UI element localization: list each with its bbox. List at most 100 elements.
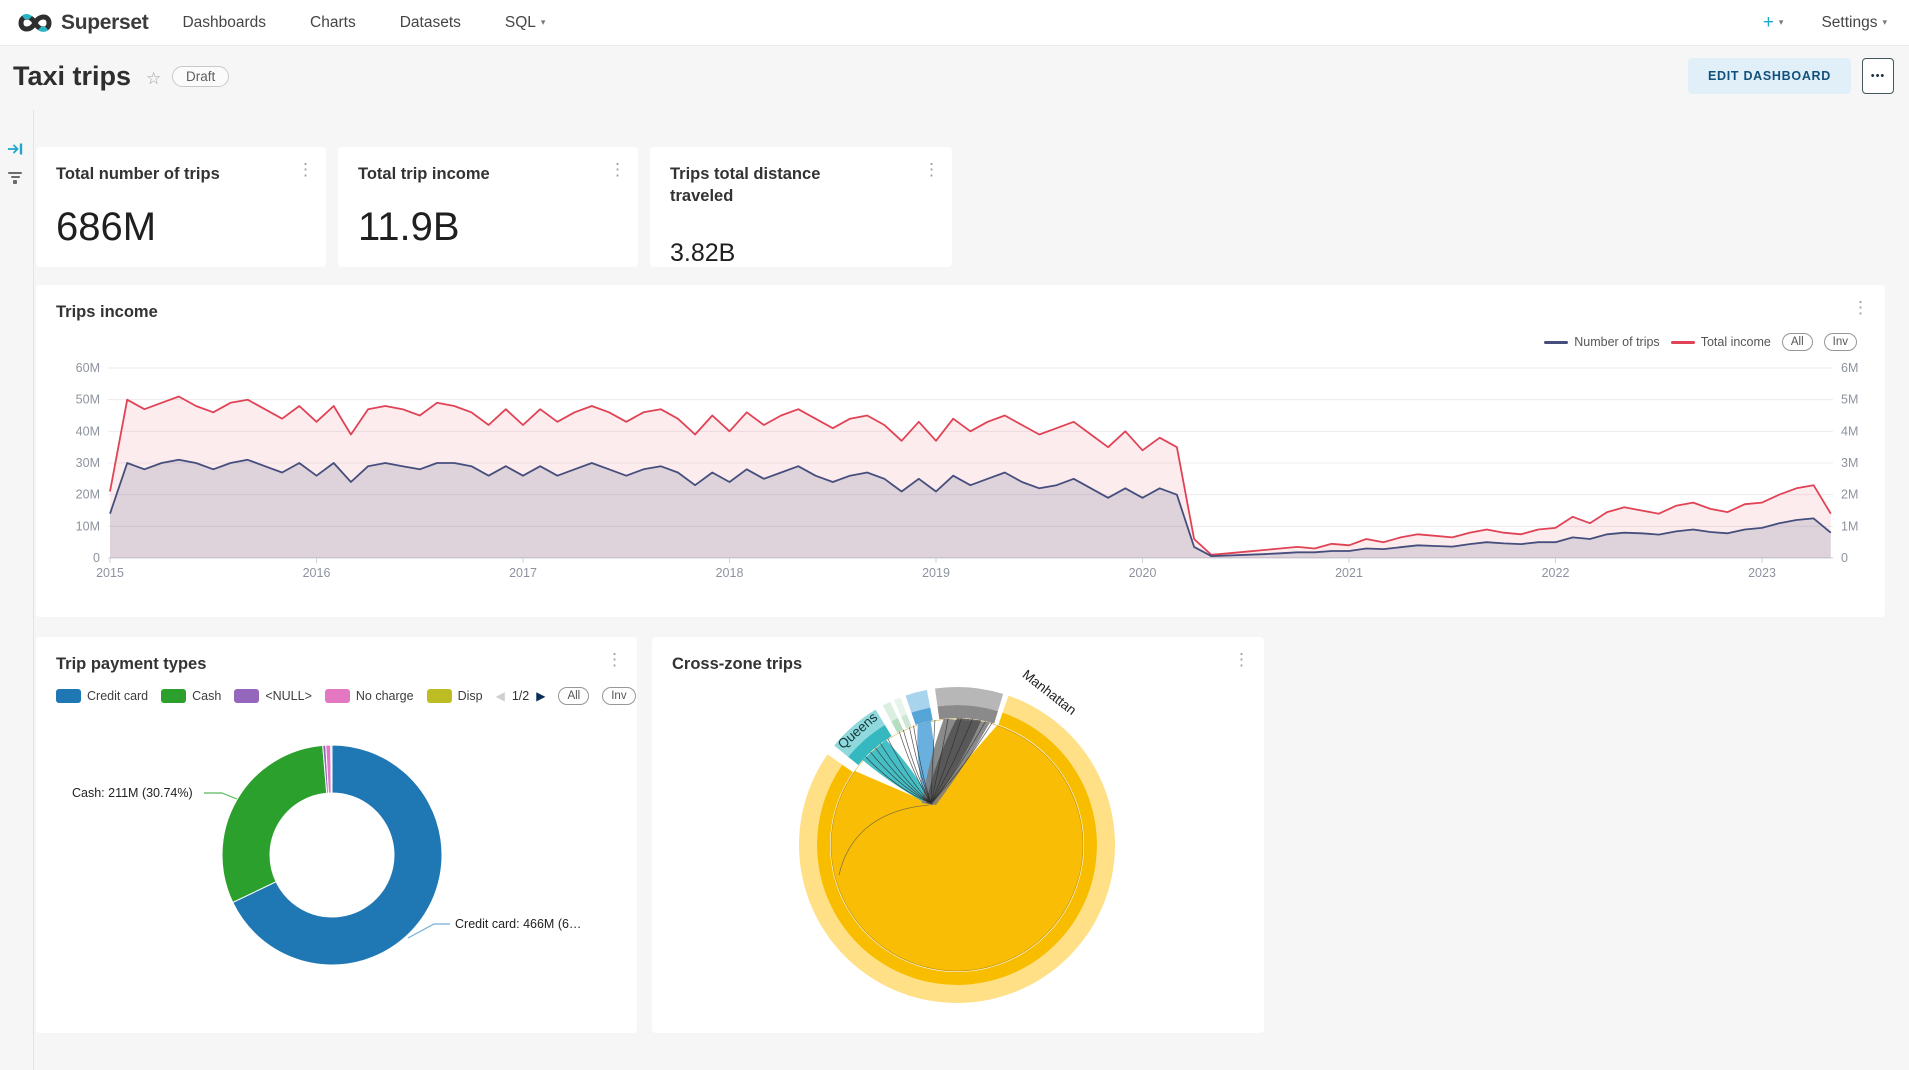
y-axis-label-right: 1M bbox=[1841, 519, 1858, 533]
filter-bar-collapsed bbox=[0, 110, 34, 1070]
legend-all-button[interactable]: All bbox=[558, 687, 589, 705]
new-item-button[interactable]: + ▾ bbox=[1763, 12, 1784, 34]
callout-line-credit-card bbox=[408, 924, 450, 938]
chord-arc[interactable] bbox=[901, 714, 911, 728]
favorite-star-icon[interactable]: ☆ bbox=[146, 69, 161, 89]
chord-arc[interactable] bbox=[891, 718, 903, 733]
zone-label-manhattan: Manhattan bbox=[1020, 667, 1080, 718]
cross-zone-chord-chart: Queens Manhattan bbox=[652, 637, 1264, 1033]
superset-dashboard: Superset Dashboards Charts Datasets SQL … bbox=[0, 0, 1909, 1070]
x-axis-label: 2021 bbox=[1335, 566, 1363, 580]
chord-arc[interactable] bbox=[817, 713, 1097, 985]
nav-item-sql[interactable]: SQL ▾ bbox=[505, 14, 546, 32]
chord-line bbox=[931, 719, 972, 803]
y-axis-label-right: 4M bbox=[1841, 424, 1858, 438]
chord-arc[interactable] bbox=[938, 705, 998, 724]
y-axis-label-left: 50M bbox=[76, 393, 100, 407]
x-axis-label: 2016 bbox=[303, 566, 331, 580]
zone-label-queens: Queens bbox=[835, 709, 881, 752]
chart-title: Trip payment types bbox=[56, 653, 206, 675]
chord-arc[interactable] bbox=[799, 696, 1115, 1003]
page-title: Taxi trips bbox=[13, 61, 131, 92]
chord-arc[interactable] bbox=[894, 697, 907, 716]
pager-prev-icon[interactable]: ◀ bbox=[496, 689, 505, 703]
donut-slice-dispute[interactable] bbox=[331, 745, 332, 793]
legend-inv-button[interactable]: Inv bbox=[602, 687, 635, 705]
legend-all-button[interactable]: All bbox=[1782, 333, 1813, 351]
y-axis-label-right: 2M bbox=[1841, 488, 1858, 502]
y-axis-label-left: 20M bbox=[76, 488, 100, 502]
edit-dashboard-button[interactable]: EDIT DASHBOARD bbox=[1688, 58, 1851, 94]
chord-arc[interactable] bbox=[906, 690, 931, 713]
nav-item-datasets[interactable]: Datasets bbox=[400, 14, 461, 32]
superset-logo[interactable]: Superset bbox=[16, 10, 148, 36]
legend-inv-button[interactable]: Inv bbox=[1824, 333, 1857, 351]
donut-slice--null-[interactable] bbox=[323, 745, 329, 793]
legend-swatch bbox=[161, 689, 186, 703]
callout-line-cash bbox=[204, 793, 237, 799]
chart-title: Trips income bbox=[56, 301, 158, 323]
cross-zone-card: Cross-zone trips ⋮ QueensManhattan bbox=[652, 637, 1264, 1033]
chart-legend: Number of trips Total income All Inv bbox=[1544, 333, 1857, 351]
chord-line bbox=[931, 723, 992, 803]
chord-line bbox=[870, 752, 931, 803]
filter-icon[interactable] bbox=[8, 172, 22, 184]
chord-arc[interactable] bbox=[834, 710, 885, 757]
x-axis-label: 2019 bbox=[922, 566, 950, 580]
pager-next-icon[interactable]: ▶ bbox=[536, 689, 545, 703]
legend-item-no-charge[interactable]: No charge bbox=[325, 689, 414, 703]
more-options-button[interactable]: ••• bbox=[1862, 58, 1894, 94]
legend-item-null[interactable]: <NULL> bbox=[234, 689, 312, 703]
donut-slice-cash[interactable] bbox=[222, 745, 327, 902]
kebab-menu-icon[interactable]: ⋮ bbox=[609, 161, 626, 178]
legend-item-dispute[interactable]: Disp bbox=[427, 689, 483, 703]
chord-arc[interactable] bbox=[848, 725, 891, 765]
legend-item-number-of-trips[interactable]: Number of trips bbox=[1544, 335, 1659, 349]
chord-line bbox=[931, 721, 986, 803]
kebab-menu-icon[interactable]: ⋮ bbox=[606, 651, 623, 668]
donut-slice-no-charge[interactable] bbox=[326, 745, 332, 793]
chord-self-yellow bbox=[831, 719, 1083, 971]
kpi-title: Total number of trips bbox=[56, 163, 220, 185]
trips-income-card: Trips income ⋮ Number of trips Total inc… bbox=[36, 285, 1885, 617]
chord-line bbox=[914, 726, 931, 803]
pager-label: 1/2 bbox=[512, 689, 529, 703]
legend-item-total-income[interactable]: Total income bbox=[1671, 335, 1771, 349]
series-line-number-of-trips[interactable] bbox=[110, 460, 1831, 556]
y-axis-label-left: 30M bbox=[76, 456, 100, 470]
chord-ribbon bbox=[863, 740, 933, 805]
chevron-down-icon: ▾ bbox=[1779, 17, 1784, 28]
nav-item-charts[interactable]: Charts bbox=[310, 14, 356, 32]
legend-item-cash[interactable]: Cash bbox=[161, 689, 221, 703]
chord-arc[interactable] bbox=[935, 687, 1003, 711]
y-axis-label-right: 6M bbox=[1841, 361, 1858, 375]
kebab-menu-icon[interactable]: ⋮ bbox=[1852, 299, 1869, 316]
chord-line bbox=[931, 718, 961, 803]
kpi-card-total-distance: Trips total distance traveled ⋮ 3.82B bbox=[650, 147, 952, 267]
chord-ribbon bbox=[922, 719, 990, 805]
series-line-total-income[interactable] bbox=[110, 397, 1831, 555]
chord-arc[interactable] bbox=[883, 702, 898, 722]
chord-arc[interactable] bbox=[911, 708, 932, 725]
kebab-menu-icon[interactable]: ⋮ bbox=[297, 161, 314, 178]
nav-item-dashboards[interactable]: Dashboards bbox=[182, 14, 266, 32]
y-axis-label-left: 60M bbox=[76, 361, 100, 375]
legend-item-credit-card[interactable]: Credit card bbox=[56, 689, 148, 703]
chevron-down-icon: ▾ bbox=[1882, 17, 1887, 28]
legend-swatch bbox=[325, 689, 350, 703]
legend-pager: ◀ 1/2 ▶ bbox=[496, 689, 546, 703]
kebab-menu-icon[interactable]: ⋮ bbox=[923, 161, 940, 178]
settings-menu[interactable]: Settings ▾ bbox=[1821, 14, 1887, 32]
chord-line bbox=[903, 730, 931, 803]
chord-ribbon bbox=[926, 718, 981, 805]
y-axis-label-left: 10M bbox=[76, 519, 100, 533]
kpi-title: Total trip income bbox=[358, 163, 490, 185]
kpi-card-trip-income: Total trip income ⋮ 11.9B bbox=[338, 147, 638, 267]
kebab-menu-icon[interactable]: ⋮ bbox=[1233, 651, 1250, 668]
y-axis-label-right: 0 bbox=[1841, 551, 1848, 565]
x-axis-label: 2015 bbox=[96, 566, 124, 580]
superset-logo-icon bbox=[16, 10, 54, 36]
donut-slice-credit-card[interactable] bbox=[233, 745, 442, 965]
chord-line bbox=[866, 757, 931, 803]
expand-filter-bar-icon[interactable] bbox=[7, 142, 24, 156]
